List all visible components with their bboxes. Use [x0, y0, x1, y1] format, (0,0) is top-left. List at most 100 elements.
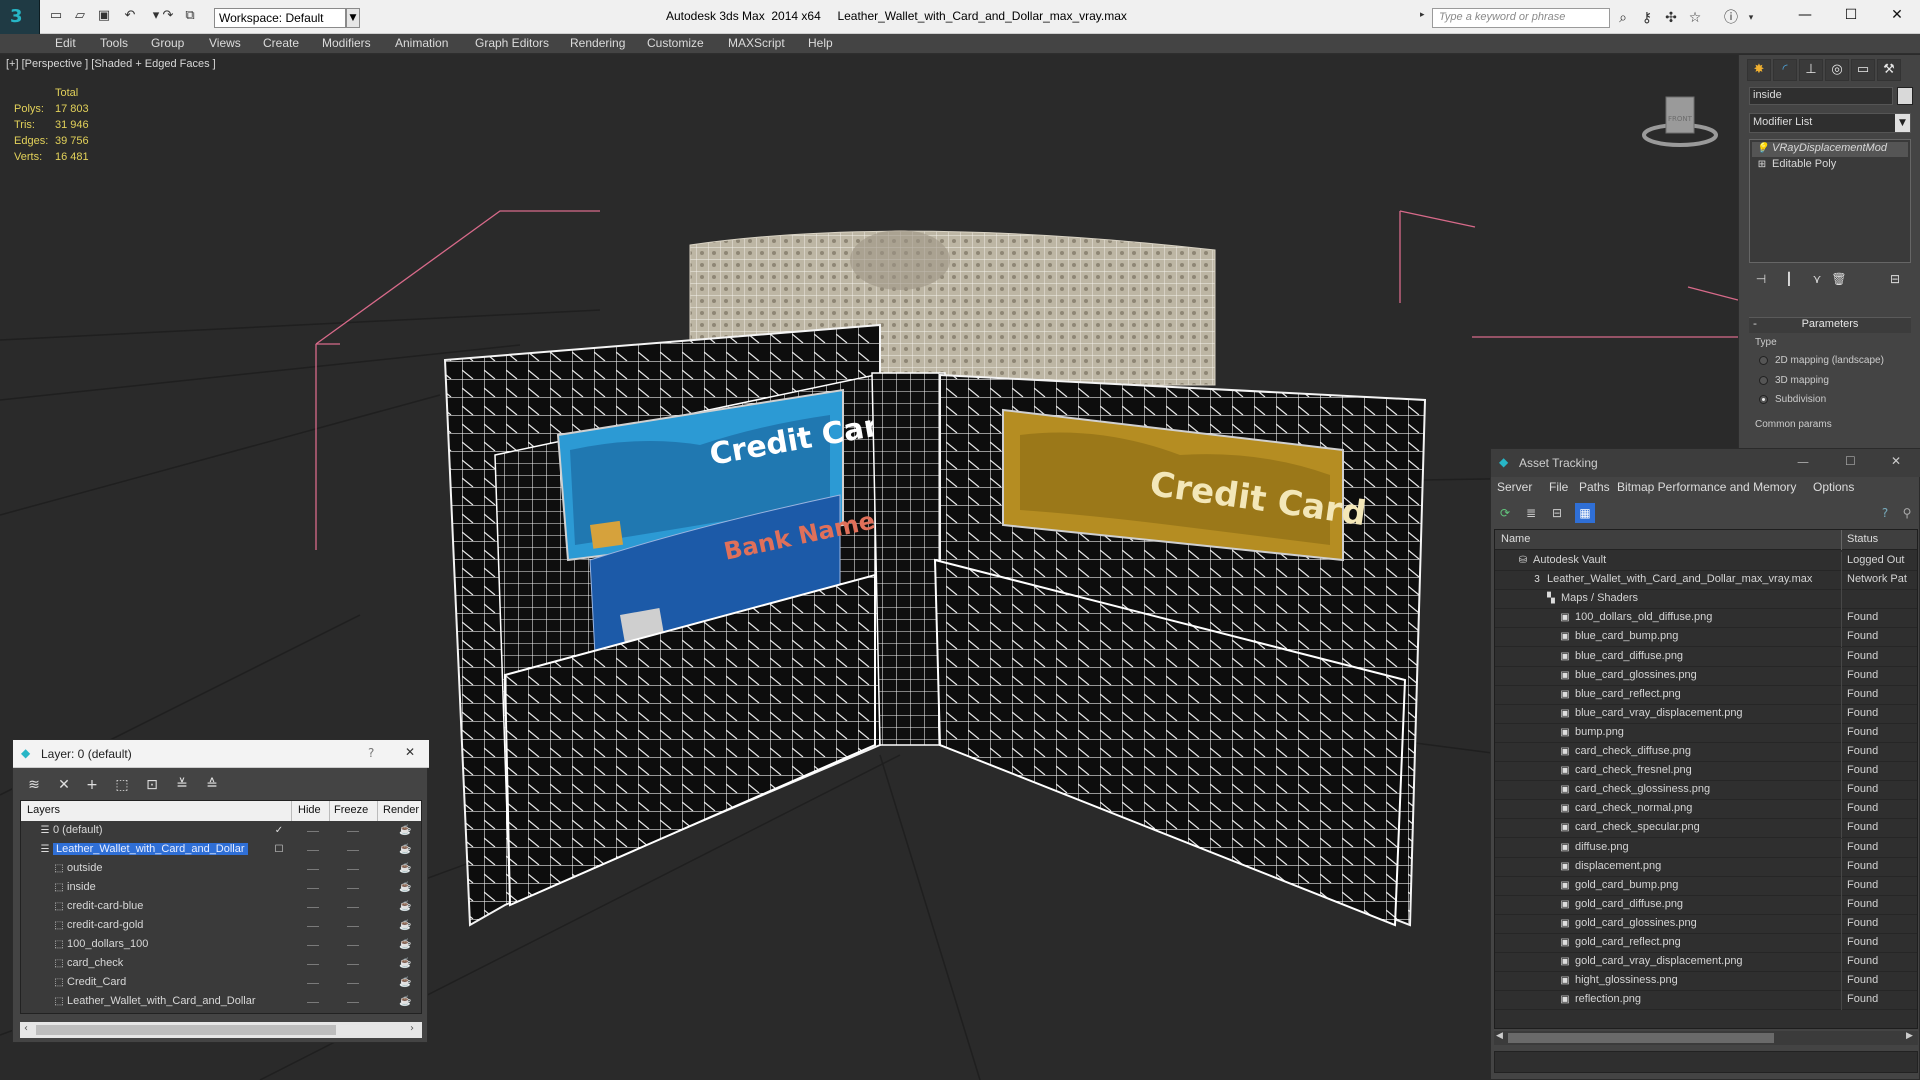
maximize-button[interactable]: ☐ [1828, 0, 1874, 32]
key-icon[interactable]: ⚷ [1638, 9, 1656, 27]
radio-subdivision[interactable]: Subdivision [1759, 394, 1826, 405]
asset-row[interactable]: ▣ gold_card_vray_displacement.png Found [1495, 953, 1917, 973]
search-input[interactable]: Type a keyword or phrase [1432, 8, 1610, 28]
asset-row[interactable]: ▣ blue_card_reflect.png Found [1495, 685, 1917, 705]
object-name-field[interactable]: inside [1749, 87, 1893, 105]
save-file-icon[interactable]: ▣ [96, 8, 112, 24]
chevron-down-icon[interactable]: ▼ [1895, 114, 1910, 132]
layer-row[interactable]: ⬚ card_check ☕ [21, 955, 421, 974]
show-end-result-icon[interactable]: ┃ [1779, 269, 1799, 289]
toggle-dash-icon[interactable] [307, 1002, 319, 1003]
radio-button-icon[interactable] [1759, 356, 1768, 365]
radio-3d-mapping[interactable]: 3D mapping [1759, 375, 1829, 386]
scroll-left-icon[interactable]: ◀ [1496, 1031, 1503, 1041]
menu-tools[interactable]: Tools [100, 36, 128, 50]
render-teapot-icon[interactable]: ☕ [399, 863, 411, 875]
menu-help[interactable]: Help [808, 36, 833, 50]
menu-views[interactable]: Views [209, 36, 241, 50]
remove-modifier-icon[interactable]: 🗑 [1829, 269, 1849, 289]
app-menu-button[interactable]: 3 [0, 0, 40, 34]
maximize-button[interactable]: ☐ [1845, 454, 1856, 468]
chevron-down-icon[interactable]: ▼ [346, 8, 360, 28]
collapse-minus-icon[interactable]: - [1753, 317, 1757, 330]
hierarchy-tab-icon[interactable]: ⊥ [1799, 59, 1823, 81]
toggle-dash-icon[interactable] [347, 888, 359, 889]
create-tab-icon[interactable]: ✸ [1747, 59, 1771, 81]
column-name[interactable]: Name [1501, 533, 1530, 545]
minimize-button[interactable]: — [1797, 455, 1809, 469]
redo-icon[interactable]: ↷ [160, 8, 176, 24]
toggle-dash-icon[interactable] [307, 983, 319, 984]
viewcube[interactable]: FRONT [1640, 91, 1720, 151]
utilities-tab-icon[interactable]: ⚒ [1877, 59, 1901, 81]
object-color-swatch[interactable] [1897, 87, 1913, 105]
hold-icon[interactable]: ⧉ [182, 8, 198, 24]
layer-row[interactable]: ⬚ Leather_Wallet_with_Card_and_Dollar ☕ [21, 993, 421, 1012]
open-file-icon[interactable]: ▱ [72, 8, 88, 24]
minimize-button[interactable]: — [1782, 0, 1828, 32]
column-hide[interactable]: Hide [298, 804, 321, 816]
hide-all-icon[interactable]: ≚ [171, 774, 193, 796]
undo-icon[interactable]: ↶ [122, 8, 138, 24]
help-icon[interactable]: ? [1875, 503, 1895, 523]
layer-dialog-titlebar[interactable]: ◆ Layer: 0 (default) ? ✕ [13, 740, 429, 768]
motion-tab-icon[interactable]: ◎ [1825, 59, 1849, 81]
workspace-select[interactable]: Workspace: Default [214, 8, 346, 28]
radio-button-icon[interactable] [1759, 376, 1768, 385]
current-layer-check-icon[interactable]: ✓ [273, 825, 285, 837]
menu-rendering[interactable]: Rendering [570, 36, 625, 50]
toggle-dash-icon[interactable] [347, 926, 359, 927]
toggle-dash-icon[interactable] [307, 907, 319, 908]
add-selection-icon[interactable]: + [81, 774, 103, 796]
scrollbar-thumb[interactable] [36, 1025, 336, 1035]
menu-edit[interactable]: Edit [55, 36, 76, 50]
asset-path-field[interactable] [1494, 1051, 1918, 1073]
render-teapot-icon[interactable]: ☕ [399, 882, 411, 894]
layer-row[interactable]: ☰ 0 (default) ✓ ☕ [21, 822, 421, 841]
asset-row[interactable]: ▣ card_check_diffuse.png Found [1495, 743, 1917, 762]
tree-view-icon[interactable]: ⊟ [1547, 503, 1567, 523]
asset-row[interactable]: ▣ gold_card_glossines.png Found [1495, 914, 1917, 934]
column-freeze[interactable]: Freeze [334, 804, 368, 816]
new-file-icon[interactable]: ▭ [48, 8, 64, 24]
toggle-dash-icon[interactable] [347, 983, 359, 984]
toggle-dash-icon[interactable] [307, 945, 319, 946]
menu-customize[interactable]: Customize [647, 36, 704, 50]
viewport-label[interactable]: [+] [Perspective ] [Shaded + Edged Faces… [6, 58, 216, 70]
layer-row[interactable]: ⬚ outside ☕ [21, 860, 421, 879]
modify-tab-icon[interactable]: ◜ [1773, 59, 1797, 81]
render-teapot-icon[interactable]: ☕ [399, 844, 411, 856]
layer-row[interactable]: ⬚ credit-card-blue ☕ [21, 898, 421, 917]
asset-row[interactable]: ▣ blue_card_diffuse.png Found [1495, 647, 1917, 667]
asset-row[interactable]: ▣ hight_glossiness.png Found [1495, 972, 1917, 992]
scroll-left-icon[interactable]: ‹ [24, 1023, 28, 1034]
communication-icon[interactable]: ✣ [1662, 9, 1680, 27]
freeze-all-icon[interactable]: ≙ [201, 774, 223, 796]
menu-graph-editors[interactable]: Graph Editors [475, 36, 549, 50]
scroll-right-icon[interactable]: ▶ [1906, 1031, 1913, 1041]
column-status[interactable]: Status [1847, 533, 1878, 545]
asset-row[interactable]: ▣ displacement.png Found [1495, 857, 1917, 877]
menu-group[interactable]: Group [151, 36, 184, 50]
asset-row[interactable]: ▣ card_check_specular.png Found [1495, 819, 1917, 839]
render-teapot-icon[interactable]: ☕ [399, 977, 411, 989]
asset-row[interactable]: ▣ card_check_fresnel.png Found [1495, 762, 1917, 782]
asset-row[interactable]: ▣ bump.png Found [1495, 723, 1917, 743]
display-tab-icon[interactable]: ▭ [1851, 59, 1875, 81]
favorites-star-icon[interactable]: ☆ [1686, 9, 1704, 27]
list-view-icon[interactable]: ≣ [1521, 503, 1541, 523]
asset-row[interactable]: ▣ blue_card_glossines.png Found [1495, 666, 1917, 686]
stack-item-editable-poly[interactable]: ⊞ Editable Poly [1752, 158, 1908, 173]
asset-row[interactable]: ▣ diffuse.png Found [1495, 838, 1917, 858]
horizontal-scrollbar[interactable]: ‹ › [20, 1022, 422, 1038]
menu-file[interactable]: File [1549, 480, 1568, 494]
table-view-icon[interactable]: ▦ [1575, 503, 1595, 523]
asset-row[interactable]: ▣ blue_card_vray_displacement.png Found [1495, 704, 1917, 724]
render-teapot-icon[interactable]: ☕ [399, 996, 411, 1008]
asset-row[interactable]: ▚ Maps / Shaders [1495, 590, 1917, 610]
toggle-dash-icon[interactable] [307, 869, 319, 870]
asset-row[interactable]: ▣ gold_card_reflect.png Found [1495, 934, 1917, 953]
toggle-dash-icon[interactable] [347, 831, 359, 832]
stack-item-vray-displacement[interactable]: 💡 VRayDisplacementMod [1752, 142, 1908, 157]
layer-row[interactable]: ⬚ 100_dollars_100 ☕ [21, 936, 421, 955]
